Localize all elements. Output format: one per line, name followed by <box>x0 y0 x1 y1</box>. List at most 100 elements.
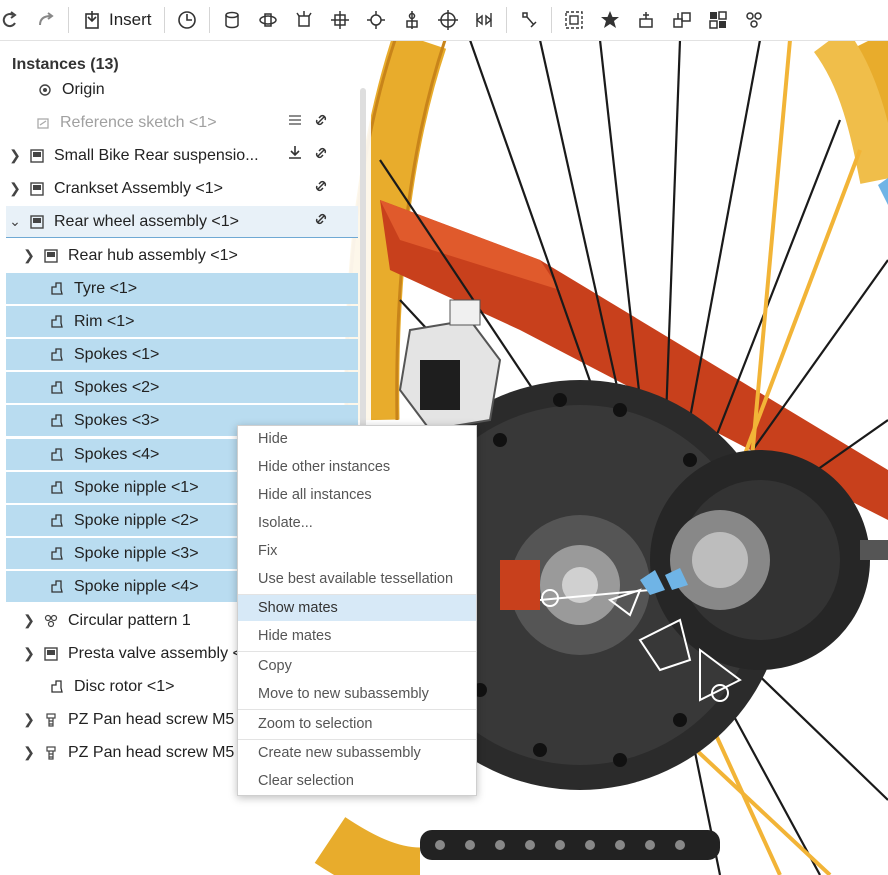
flatten-icon[interactable] <box>286 111 304 134</box>
assembly-icon <box>28 147 46 165</box>
ball-icon[interactable] <box>360 4 392 36</box>
list-item[interactable]: ❯ Small Bike Rear suspensio... <box>6 140 358 171</box>
menu-item-best-tessellation[interactable]: Use best available tessellation <box>238 566 476 592</box>
explode-icon[interactable] <box>594 4 626 36</box>
menu-item-move-to-subassembly[interactable]: Move to new subassembly <box>238 681 476 707</box>
redo-icon[interactable] <box>30 4 62 36</box>
part-icon <box>48 280 66 298</box>
menu-item-show-mates[interactable]: Show mates <box>238 595 476 621</box>
assembly-icon <box>28 180 46 198</box>
chevron-right-icon[interactable]: ❯ <box>20 247 38 264</box>
part-icon <box>48 678 66 696</box>
chevron-down-icon[interactable]: ⌄ <box>6 213 24 230</box>
link-icon[interactable] <box>312 177 330 200</box>
feature-icon[interactable] <box>738 4 770 36</box>
insert-icon <box>85 11 99 29</box>
list-item[interactable]: Reference sketch <1> <box>6 107 358 138</box>
toolbar-separator <box>163 7 165 33</box>
list-item[interactable]: Spokes <1> <box>6 339 358 370</box>
part-icon <box>48 479 66 497</box>
list-item-label: PZ Pan head screw M5 <box>68 710 235 728</box>
insert-button[interactable]: Insert <box>75 4 158 36</box>
mate-connector-icon[interactable] <box>513 4 545 36</box>
menu-item-hide[interactable]: Hide <box>238 426 476 452</box>
list-item-label: Disc rotor <1> <box>74 677 175 695</box>
part-icon <box>48 379 66 397</box>
menu-item-zoom-to-selection[interactable]: Zoom to selection <box>238 711 476 737</box>
origin-icon <box>36 81 54 99</box>
list-item-label: Rim <1> <box>74 312 135 330</box>
measure-icon[interactable] <box>630 4 662 36</box>
list-item-label: Tyre <1> <box>74 279 138 297</box>
menu-item-create-subassembly[interactable]: Create new subassembly <box>238 740 476 766</box>
menu-item-hide-other-instances[interactable]: Hide other instances <box>238 454 476 480</box>
list-item[interactable]: Tyre <1> <box>6 273 358 304</box>
fastened-icon[interactable] <box>432 4 464 36</box>
chevron-right-icon[interactable]: ❯ <box>20 612 38 629</box>
group-icon[interactable] <box>558 4 590 36</box>
list-item[interactable]: ⌄ Rear wheel assembly <1> <box>6 206 358 238</box>
part-icon <box>48 313 66 331</box>
replicate-icon[interactable] <box>666 4 698 36</box>
menu-item-hide-all-instances[interactable]: Hide all instances <box>238 482 476 508</box>
toolbar: Insert <box>0 0 888 41</box>
assembly-icon <box>42 247 60 265</box>
link-icon[interactable] <box>312 210 330 233</box>
list-item-label: Circular pattern 1 <box>68 611 191 629</box>
menu-item-isolate[interactable]: Isolate... <box>238 510 476 536</box>
part-icon <box>48 512 66 530</box>
part-icon <box>48 412 66 430</box>
chevron-right-icon[interactable]: ❯ <box>6 147 24 164</box>
menu-item-hide-mates[interactable]: Hide mates <box>238 623 476 649</box>
part-icon <box>48 346 66 364</box>
screw-icon <box>42 744 60 762</box>
menu-item-clear-selection[interactable]: Clear selection <box>238 768 476 794</box>
pattern-icon[interactable] <box>702 4 734 36</box>
menu-item-fix[interactable]: Fix <box>238 538 476 564</box>
context-menu: Hide Hide other instances Hide all insta… <box>237 425 477 796</box>
assembly-icon <box>28 213 46 231</box>
list-item-label: Spoke nipple <4> <box>74 577 199 595</box>
list-item-label: Rear hub assembly <1> <box>68 246 238 264</box>
parallel-icon[interactable] <box>468 4 500 36</box>
pattern-icon <box>42 612 60 630</box>
cylinder-icon[interactable] <box>216 4 248 36</box>
list-item[interactable]: ❯ Rear hub assembly <1> <box>6 240 358 271</box>
list-item-label: Origin <box>62 80 105 98</box>
menu-item-copy[interactable]: Copy <box>238 653 476 679</box>
toolbar-separator <box>68 7 69 33</box>
list-item[interactable]: Spokes <2> <box>6 372 358 403</box>
panel-title: Instances (13) <box>12 56 119 73</box>
list-item-label: Spoke nipple <2> <box>74 511 199 529</box>
list-item-label: Spoke nipple <3> <box>74 544 199 562</box>
cylindrical-icon[interactable] <box>396 4 428 36</box>
list-item-label: Reference sketch <1> <box>60 113 217 131</box>
download-icon[interactable] <box>286 144 304 167</box>
list-item-label: Small Bike Rear suspensio... <box>54 146 259 164</box>
part-icon <box>48 446 66 464</box>
list-item-label: Spokes <3> <box>74 411 160 429</box>
list-item-label: PZ Pan head screw M5 <box>68 743 235 761</box>
list-item[interactable]: Origin <box>6 74 358 105</box>
screw-icon <box>42 711 60 729</box>
list-item-label: Spoke nipple <1> <box>74 478 199 496</box>
list-item[interactable]: ❯ Crankset Assembly <1> <box>6 173 358 204</box>
chevron-right-icon[interactable]: ❯ <box>20 744 38 761</box>
history-icon[interactable] <box>171 4 203 36</box>
brake-caliper <box>398 299 502 432</box>
planar-icon[interactable] <box>324 4 356 36</box>
list-item-label: Spokes <2> <box>74 378 160 396</box>
slider-icon[interactable] <box>288 4 320 36</box>
list-item-label: Spokes <4> <box>74 445 160 463</box>
undo-icon[interactable] <box>0 4 26 36</box>
link-icon[interactable] <box>312 144 330 167</box>
link-icon[interactable] <box>312 111 330 134</box>
list-item-label: Rear wheel assembly <1> <box>54 212 239 230</box>
chevron-right-icon[interactable]: ❯ <box>20 711 38 728</box>
chevron-right-icon[interactable]: ❯ <box>6 180 24 197</box>
list-item-label: Crankset Assembly <1> <box>54 179 223 197</box>
revolute-icon[interactable] <box>252 4 284 36</box>
insert-label: Insert <box>109 10 152 29</box>
chevron-right-icon[interactable]: ❯ <box>20 645 38 662</box>
list-item[interactable]: Rim <1> <box>6 306 358 337</box>
